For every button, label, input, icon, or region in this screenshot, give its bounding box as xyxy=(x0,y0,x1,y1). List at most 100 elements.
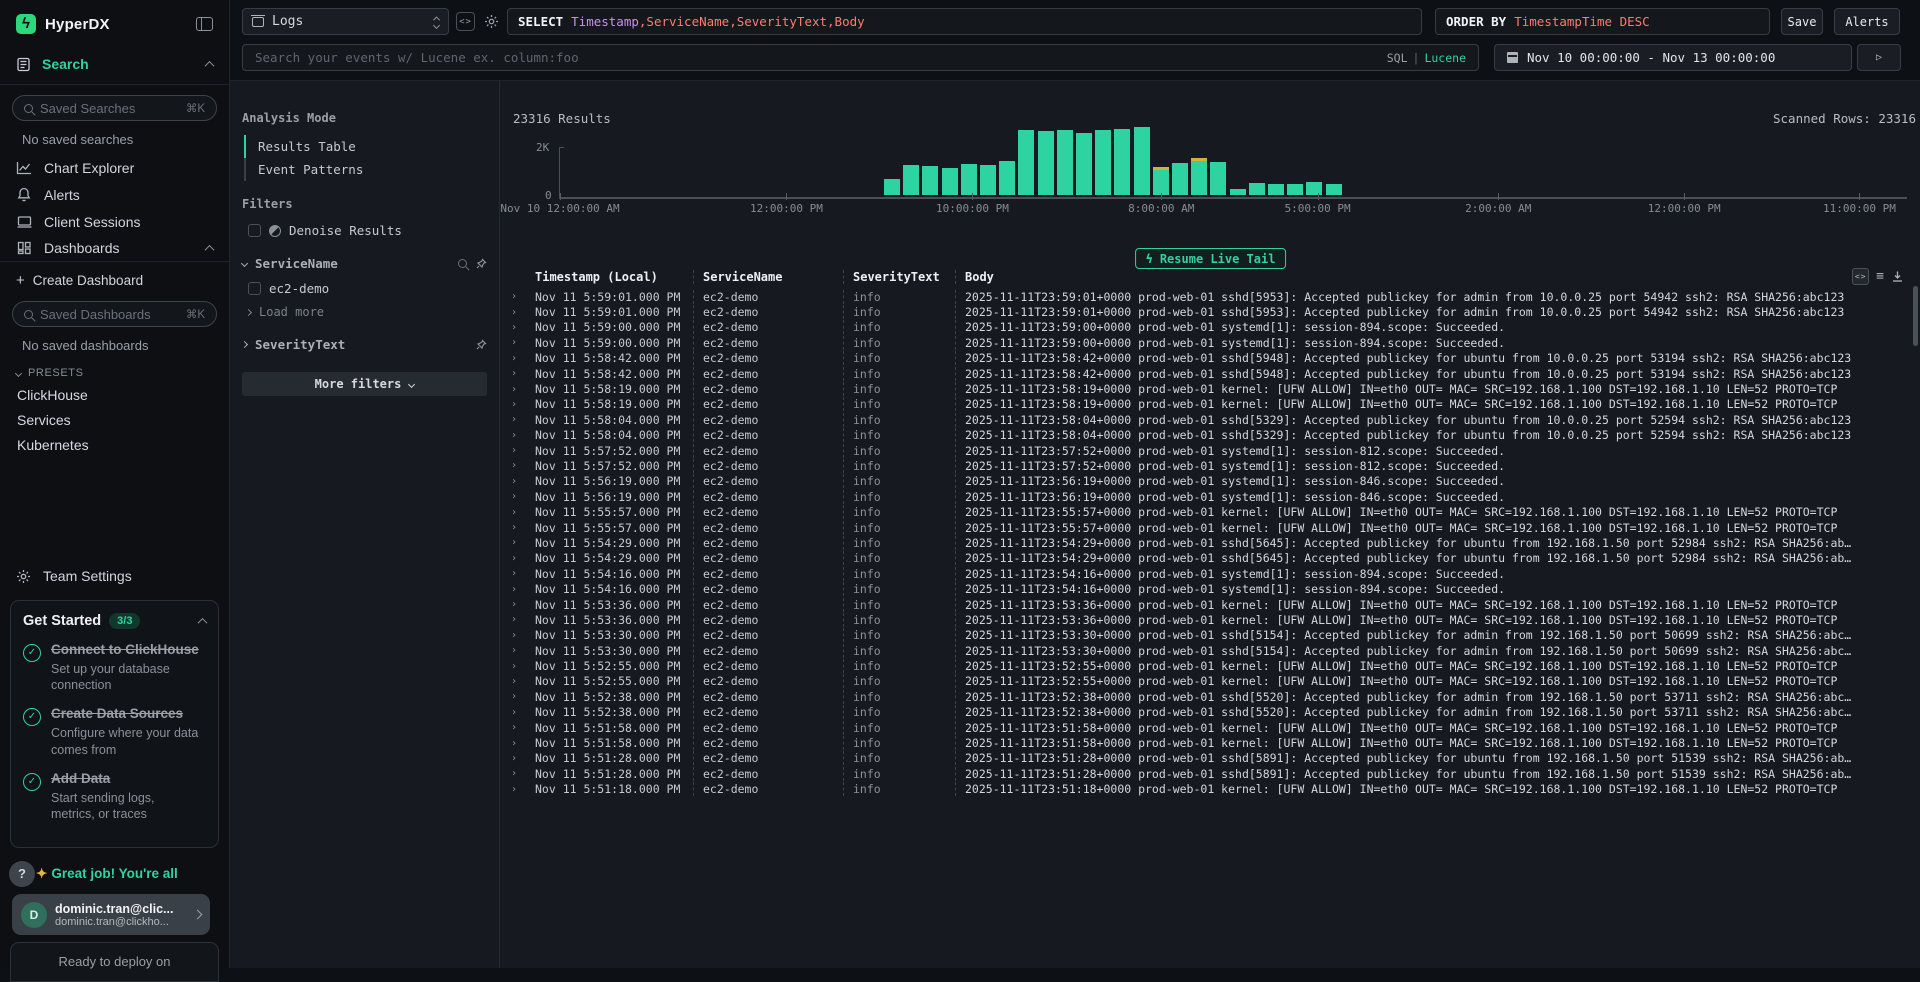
event-search-input[interactable]: Search your events w/ Lucene ex. column:… xyxy=(242,44,1479,71)
row-expand-chevron[interactable]: › xyxy=(509,337,535,348)
table-row[interactable]: ›Nov 11 5:58:04.000 PMec2-demoinfo2025-1… xyxy=(501,412,1900,427)
table-row[interactable]: ›Nov 11 5:56:19.000 PMec2-demoinfo2025-1… xyxy=(501,489,1900,504)
table-row[interactable]: ›Nov 11 5:51:58.000 PMec2-demoinfo2025-1… xyxy=(501,720,1900,735)
row-expand-chevron[interactable]: › xyxy=(509,507,535,518)
saved-searches-input[interactable]: Saved Searches ⌘K xyxy=(12,95,217,121)
column-severitytext[interactable]: SeverityText xyxy=(843,270,955,284)
table-row[interactable]: ›Nov 11 5:54:16.000 PMec2-demoinfo2025-1… xyxy=(501,581,1900,596)
date-range-picker[interactable]: Nov 10 00:00:00 - Nov 13 00:00:00 xyxy=(1494,44,1852,71)
row-expand-chevron[interactable]: › xyxy=(509,445,535,456)
row-expand-chevron[interactable]: › xyxy=(509,768,535,779)
mode-event-patterns[interactable]: Event Patterns xyxy=(246,158,487,181)
row-expand-chevron[interactable]: › xyxy=(509,491,535,502)
sidebar-collapse-icon[interactable] xyxy=(196,17,213,31)
histogram-bar[interactable] xyxy=(1287,184,1303,195)
filter-group-severitytext[interactable]: SeverityText xyxy=(242,337,487,352)
table-row[interactable]: ›Nov 11 5:51:58.000 PMec2-demoinfo2025-1… xyxy=(501,735,1900,750)
table-row[interactable]: ›Nov 11 5:58:19.000 PMec2-demoinfo2025-1… xyxy=(501,397,1900,412)
table-row[interactable]: ›Nov 11 5:52:55.000 PMec2-demoinfo2025-1… xyxy=(501,674,1900,689)
histogram-bar[interactable] xyxy=(1153,167,1169,195)
table-row[interactable]: ›Nov 11 5:57:52.000 PMec2-demoinfo2025-1… xyxy=(501,443,1900,458)
language-toggle-lucene[interactable]: Lucene xyxy=(1424,51,1466,65)
order-by-input[interactable]: ORDER BY TimestampTime DESC xyxy=(1435,8,1770,35)
sidebar-item-client-sessions[interactable]: Client Sessions xyxy=(0,208,229,235)
row-expand-chevron[interactable]: › xyxy=(509,384,535,395)
row-expand-chevron[interactable]: › xyxy=(509,414,535,425)
more-filters-button[interactable]: More filters xyxy=(242,372,487,396)
table-row[interactable]: ›Nov 11 5:54:29.000 PMec2-demoinfo2025-1… xyxy=(501,551,1900,566)
column-servicename[interactable]: ServiceName xyxy=(693,270,843,284)
row-expand-chevron[interactable]: › xyxy=(509,738,535,749)
row-expand-chevron[interactable]: › xyxy=(509,707,535,718)
row-expand-chevron[interactable]: › xyxy=(509,630,535,641)
row-expand-chevron[interactable]: › xyxy=(509,368,535,379)
download-icon[interactable] xyxy=(1891,270,1904,283)
mode-results-table[interactable]: Results Table xyxy=(246,135,487,158)
histogram-bar[interactable] xyxy=(1134,127,1150,195)
checkbox[interactable] xyxy=(248,224,261,237)
row-expand-chevron[interactable]: › xyxy=(509,430,535,441)
row-expand-chevron[interactable]: › xyxy=(509,599,535,610)
row-expand-chevron[interactable]: › xyxy=(509,691,535,702)
vertical-scrollbar[interactable] xyxy=(1913,286,1918,346)
row-expand-chevron[interactable]: › xyxy=(509,661,535,672)
histogram-bar[interactable] xyxy=(1172,163,1188,195)
table-row[interactable]: ›Nov 11 5:59:01.000 PMec2-demoinfo2025-1… xyxy=(501,304,1900,319)
preset-services[interactable]: Services xyxy=(0,408,229,433)
language-toggle-sql[interactable]: SQL xyxy=(1387,51,1408,65)
row-expand-chevron[interactable]: › xyxy=(509,753,535,764)
checkbox[interactable] xyxy=(248,282,261,295)
select-columns-input[interactable]: SELECT Timestamp,ServiceName,SeverityTex… xyxy=(507,8,1422,35)
histogram-bar[interactable] xyxy=(1076,133,1092,195)
histogram-bar[interactable] xyxy=(1191,158,1207,195)
table-row[interactable]: ›Nov 11 5:51:28.000 PMec2-demoinfo2025-1… xyxy=(501,766,1900,781)
denoise-results-toggle[interactable]: Denoise Results xyxy=(242,223,487,238)
row-expand-chevron[interactable]: › xyxy=(509,460,535,471)
row-expand-chevron[interactable]: › xyxy=(509,784,535,795)
table-row[interactable]: ›Nov 11 5:53:30.000 PMec2-demoinfo2025-1… xyxy=(501,643,1900,658)
table-row[interactable]: ›Nov 11 5:58:42.000 PMec2-demoinfo2025-1… xyxy=(501,366,1900,381)
user-menu[interactable]: D dominic.tran@clic... dominic.tran@clic… xyxy=(12,894,210,935)
row-expand-chevron[interactable]: › xyxy=(509,399,535,410)
table-row[interactable]: ›Nov 11 5:52:38.000 PMec2-demoinfo2025-1… xyxy=(501,689,1900,704)
table-row[interactable]: ›Nov 11 5:53:30.000 PMec2-demoinfo2025-1… xyxy=(501,628,1900,643)
table-row[interactable]: ›Nov 11 5:51:18.000 PMec2-demoinfo2025-1… xyxy=(501,782,1900,797)
histogram-bar[interactable] xyxy=(961,164,977,195)
histogram-bar[interactable] xyxy=(922,166,938,195)
row-expand-chevron[interactable]: › xyxy=(509,645,535,656)
histogram-bar[interactable] xyxy=(1114,129,1130,195)
histogram-bar[interactable] xyxy=(980,165,996,195)
row-expand-chevron[interactable]: › xyxy=(509,553,535,564)
row-expand-chevron[interactable]: › xyxy=(509,722,535,733)
get-started-item[interactable]: ✓ Add Data Start sending logs, metrics, … xyxy=(23,771,206,822)
create-dashboard-button[interactable]: + Create Dashboard xyxy=(0,262,229,291)
histogram-bar[interactable] xyxy=(1210,162,1226,195)
histogram-bar[interactable] xyxy=(903,165,919,195)
table-row[interactable]: ›Nov 11 5:54:29.000 PMec2-demoinfo2025-1… xyxy=(501,535,1900,550)
column-body[interactable]: Body xyxy=(955,270,1900,284)
histogram-bar[interactable] xyxy=(1230,189,1246,195)
source-settings-gear-icon[interactable] xyxy=(482,12,501,31)
table-row[interactable]: ›Nov 11 5:59:01.000 PMec2-demoinfo2025-1… xyxy=(501,289,1900,304)
row-expand-chevron[interactable]: › xyxy=(509,614,535,625)
row-expand-chevron[interactable]: › xyxy=(509,676,535,687)
preset-kubernetes[interactable]: Kubernetes xyxy=(0,433,229,458)
histogram-bar[interactable] xyxy=(1057,130,1073,195)
pin-icon[interactable] xyxy=(476,339,487,350)
table-row[interactable]: ›Nov 11 5:58:19.000 PMec2-demoinfo2025-1… xyxy=(501,381,1900,396)
histogram-bar[interactable] xyxy=(1306,182,1322,195)
histogram-bar[interactable] xyxy=(1038,131,1054,195)
preset-clickhouse[interactable]: ClickHouse xyxy=(0,383,229,408)
table-row[interactable]: ›Nov 11 5:52:38.000 PMec2-demoinfo2025-1… xyxy=(501,705,1900,720)
pin-icon[interactable] xyxy=(476,258,487,269)
sidebar-item-alerts[interactable]: Alerts xyxy=(0,181,229,208)
presets-toggle[interactable]: PRESETS xyxy=(0,363,229,383)
saved-dashboards-input[interactable]: Saved Dashboards ⌘K xyxy=(12,301,217,327)
help-button[interactable]: ? xyxy=(9,861,35,887)
sidebar-item-team-settings[interactable]: Team Settings xyxy=(0,568,229,584)
row-expand-chevron[interactable]: › xyxy=(509,476,535,487)
row-expand-chevron[interactable]: › xyxy=(509,353,535,364)
sidebar-section-search[interactable]: Search xyxy=(0,56,229,85)
sidebar-item-chart-explorer[interactable]: Chart Explorer xyxy=(0,154,229,181)
alerts-button[interactable]: Alerts xyxy=(1834,8,1900,35)
